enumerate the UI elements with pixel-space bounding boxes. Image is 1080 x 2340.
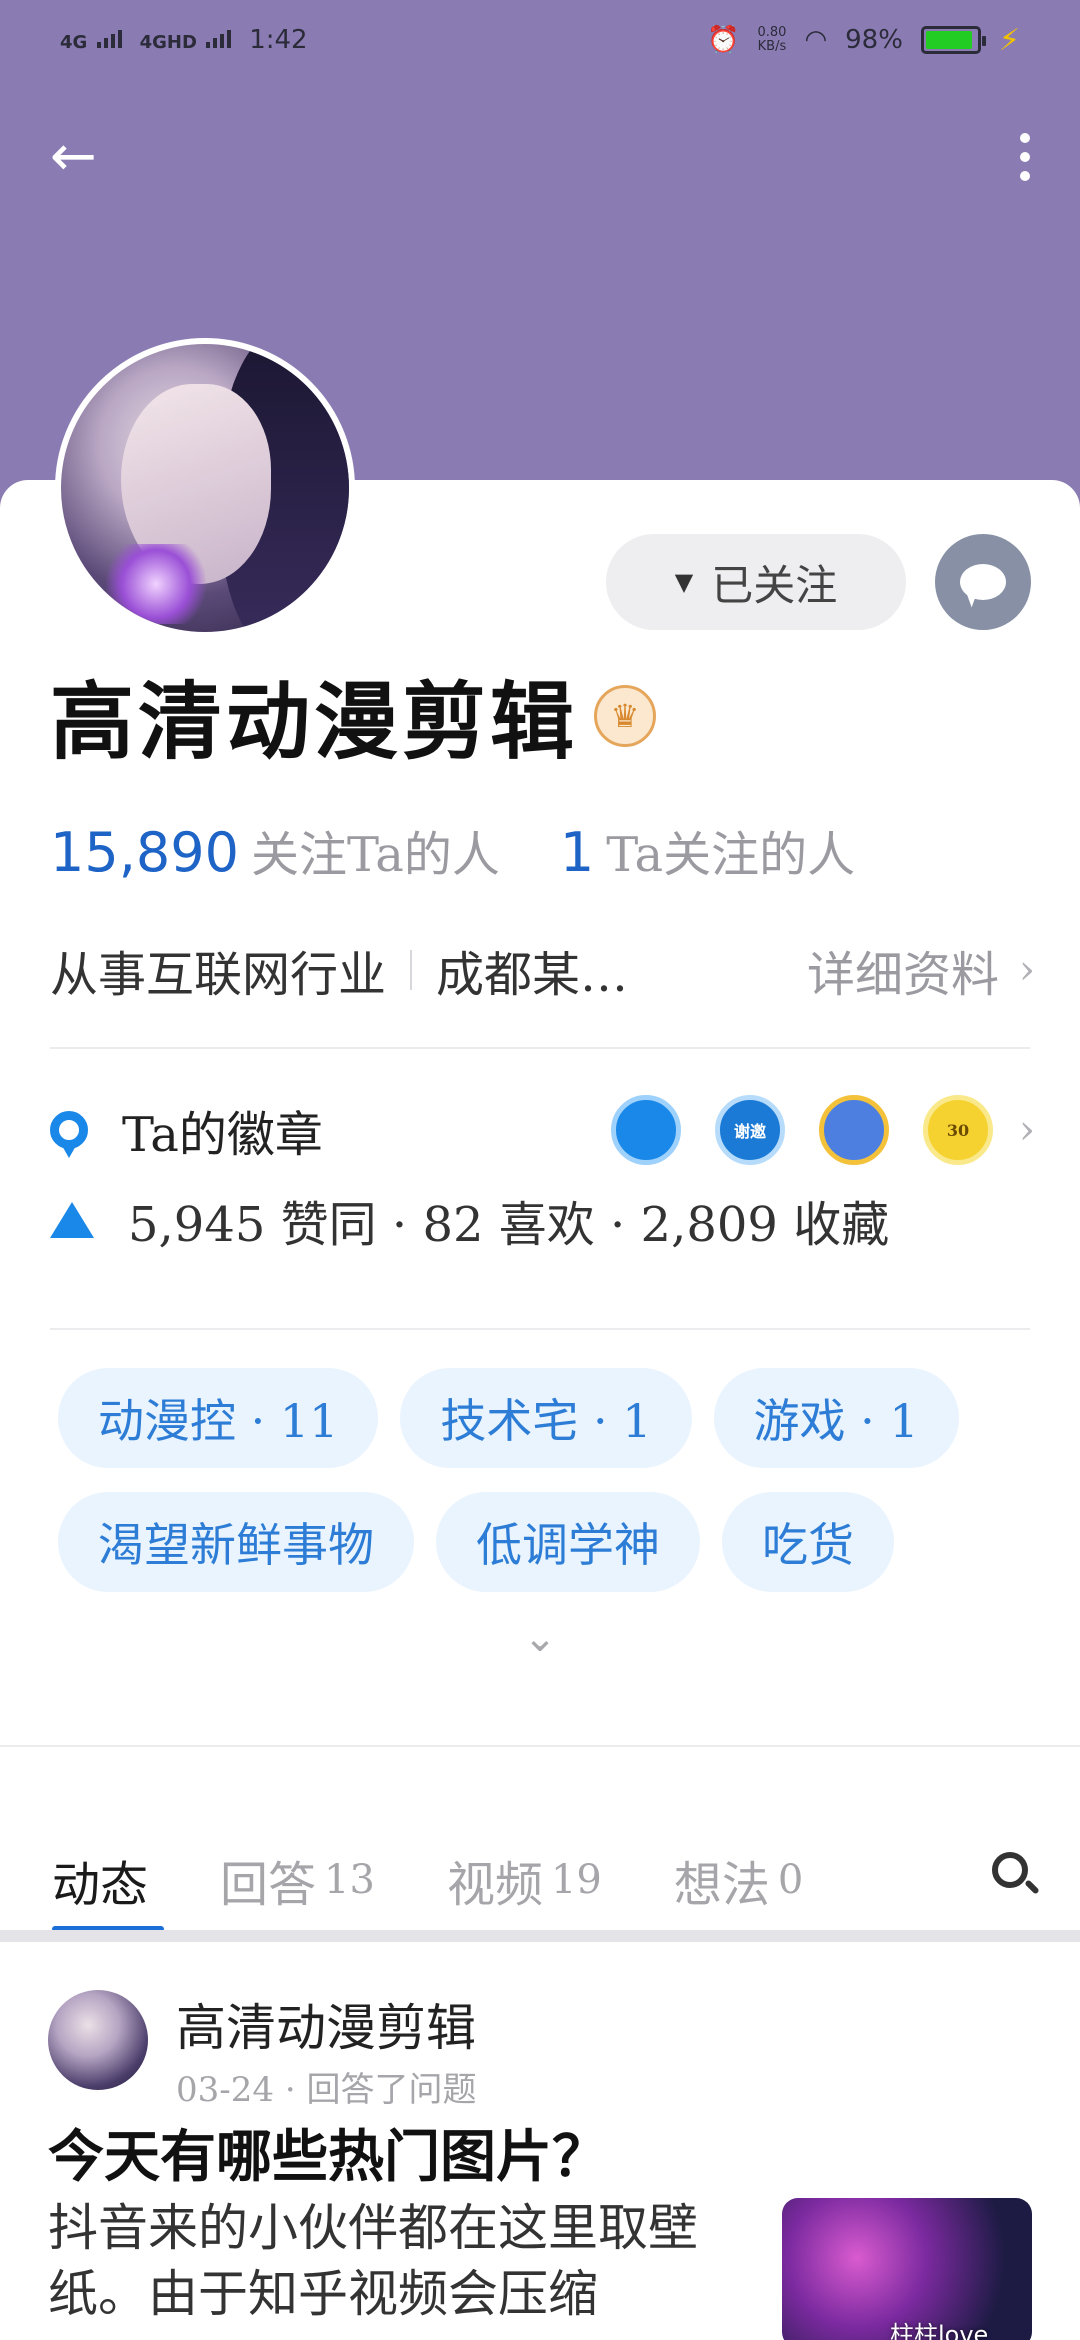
tab-activity[interactable]: 动态 — [52, 1830, 165, 1932]
follow-status-button[interactable]: ▼ 已关注 — [606, 534, 906, 630]
search-icon[interactable] — [990, 1850, 1040, 1900]
tag-chip[interactable]: 游戏 · 1 — [713, 1368, 959, 1468]
more-options-icon[interactable] — [1000, 122, 1050, 192]
divider — [50, 1047, 1030, 1049]
follow-stats: 15,890 关注Ta的人 1 Ta关注的人 — [50, 815, 855, 885]
badge-icon-2: 谢邀 — [715, 1095, 785, 1165]
caret-down-icon: ▼ — [674, 568, 694, 596]
tag-chip[interactable]: 渴望新鲜事物 — [58, 1492, 414, 1592]
badge-list: 谢邀 30 — [611, 1095, 993, 1165]
post-meta: 03-24 · 回答了问题 — [176, 2070, 477, 2110]
back-arrow-icon[interactable]: ← — [50, 122, 120, 192]
post-author-name[interactable]: 高清动漫剪辑 — [176, 1988, 476, 2060]
badges-label: Ta的徽章 — [122, 1107, 323, 1163]
following-count[interactable]: 1 — [560, 821, 594, 884]
divider — [50, 1328, 1030, 1330]
tag-chip[interactable]: 技术宅 · 1 — [400, 1368, 692, 1468]
chevron-right-icon: › — [1019, 1107, 1035, 1153]
wifi-icon: ◠ — [804, 25, 828, 55]
status-bar-left: 4G 4GHD 1:42 — [60, 25, 308, 55]
clock: 1:42 — [249, 25, 308, 55]
signal-icon-2: 4GHD — [140, 28, 232, 53]
tag-chip[interactable]: 动漫控 · 11 — [58, 1368, 379, 1468]
detail-link[interactable]: 详细资料 › — [807, 935, 1035, 1005]
profile-name: 高清动漫剪辑 — [50, 672, 579, 771]
followers-count[interactable]: 15,890 — [50, 821, 239, 884]
likes-stats-row: 5,945 赞同 · 82 喜欢 · 2,809 收藏 — [50, 1185, 889, 1255]
location-text: 成都某… — [436, 947, 629, 1003]
tab-videos[interactable]: 视频 19 — [447, 1830, 602, 1930]
followers-label[interactable]: 关注Ta的人 — [251, 815, 500, 885]
post-author-avatar[interactable] — [48, 1990, 148, 2090]
status-bar-right: ⏰ 0.80 KB/s ◠ 98% ⚡ — [707, 23, 1020, 58]
chat-bubble-icon — [960, 564, 1006, 600]
badge-icon-1 — [611, 1095, 681, 1165]
tag-list: 动漫控 · 11 技术宅 · 1 游戏 · 1 渴望新鲜事物 低调学神 吃货 — [58, 1368, 1028, 1592]
avatar[interactable] — [55, 338, 355, 638]
network-type-1: 4G — [60, 31, 88, 53]
status-bar: 4G 4GHD 1:42 ⏰ 0.80 KB/s ◠ 98% ⚡ — [0, 0, 1080, 80]
info-separator — [410, 950, 413, 990]
profile-name-row: 高清动漫剪辑 ♛ — [50, 655, 657, 776]
watermark: 柱柱love — [890, 2321, 989, 2340]
badge-icon-4: 30 — [923, 1095, 993, 1165]
content-tabs: 动态 回答 13 视频 19 想法 0 — [0, 1830, 1080, 1932]
upvote-triangle-icon — [50, 1202, 94, 1238]
post-title[interactable]: 今天有哪些热门图片？ — [48, 2112, 608, 2193]
chevron-right-icon: › — [1019, 947, 1035, 993]
industry-text: 从事互联网行业 — [50, 947, 387, 1003]
detail-link-label: 详细资料 — [806, 947, 999, 1003]
network-type-2: 4GHD — [139, 31, 197, 53]
message-button[interactable] — [935, 534, 1031, 630]
tag-chip[interactable]: 低调学神 — [436, 1492, 700, 1592]
feed-post[interactable]: 高清动漫剪辑 03-24 · 回答了问题 今天有哪些热门图片？ 抖音来的小伙伴都… — [0, 1970, 1080, 2340]
medal-icon — [50, 1111, 88, 1158]
tab-answers[interactable]: 回答 13 — [220, 1830, 375, 1930]
badges-row[interactable]: Ta的徽章 谢邀 30 › — [50, 1095, 1035, 1165]
signal-icon: 4G — [60, 28, 122, 53]
crown-badge-icon[interactable]: ♛ — [594, 684, 657, 747]
follow-status-label: 已关注 — [711, 560, 838, 610]
section-separator — [0, 1930, 1080, 1942]
battery-percent: 98% — [845, 25, 903, 55]
following-label[interactable]: Ta关注的人 — [606, 815, 855, 885]
likes-stats-text: 5,945 赞同 · 82 喜欢 · 2,809 收藏 — [128, 1197, 890, 1253]
battery-icon — [920, 26, 986, 54]
tag-chip[interactable]: 吃货 — [722, 1492, 894, 1592]
divider — [0, 1745, 1080, 1747]
profile-info-row[interactable]: 从事互联网行业 成都某… 详细资料 › — [50, 935, 1035, 1005]
badge-icon-3 — [819, 1095, 889, 1165]
post-excerpt[interactable]: 抖音来的小伙伴都在这里取壁纸。由于知乎视频会压缩 — [48, 2195, 708, 2327]
charging-icon: ⚡ — [998, 22, 1020, 58]
expand-chevron-down-icon[interactable]: ⌄ — [518, 1615, 562, 1661]
tab-thoughts[interactable]: 想法 0 — [674, 1830, 803, 1930]
network-speed: 0.80 KB/s — [757, 25, 787, 54]
alarm-icon: ⏰ — [707, 25, 740, 55]
